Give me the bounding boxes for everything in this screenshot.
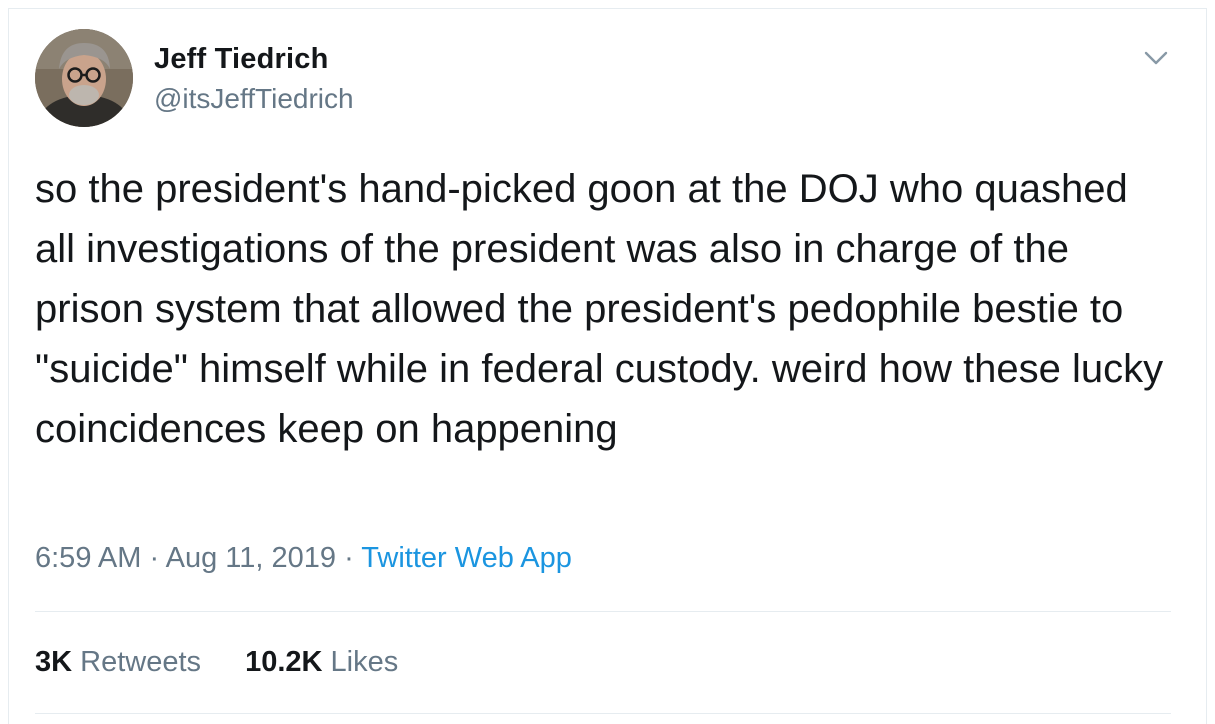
retweets-count: 3K [35,646,73,678]
tweet-card: Jeff Tiedrich @itsJeffTiedrich so the pr… [8,8,1207,724]
tweet-text: so the president's hand-picked goon at t… [35,167,1175,451]
tweet-metadata: 6:59 AM · Aug 11, 2019 · Twitter Web App [35,542,572,575]
likes-label: Likes [330,646,399,678]
tweet-stats: 3K Retweets 10.2K Likes [35,646,434,679]
avatar-image [35,29,133,127]
divider [35,611,1171,612]
tweet-source-link[interactable]: Twitter Web App [361,542,572,574]
author-handle[interactable]: @itsJeffTiedrich [154,83,354,115]
divider [35,713,1171,714]
tweet-time[interactable]: 6:59 AM [35,542,141,574]
separator: · [149,542,160,574]
retweets-label: Retweets [80,646,202,678]
separator: · [344,542,354,574]
likes-count: 10.2K [245,646,323,678]
chevron-down-icon[interactable] [1141,43,1171,73]
tweet-date[interactable]: Aug 11, 2019 [166,542,336,574]
author-name[interactable]: Jeff Tiedrich [154,43,329,76]
avatar[interactable] [35,29,133,127]
likes-stat[interactable]: 10.2K Likes [245,646,398,679]
retweets-stat[interactable]: 3K Retweets [35,646,201,679]
